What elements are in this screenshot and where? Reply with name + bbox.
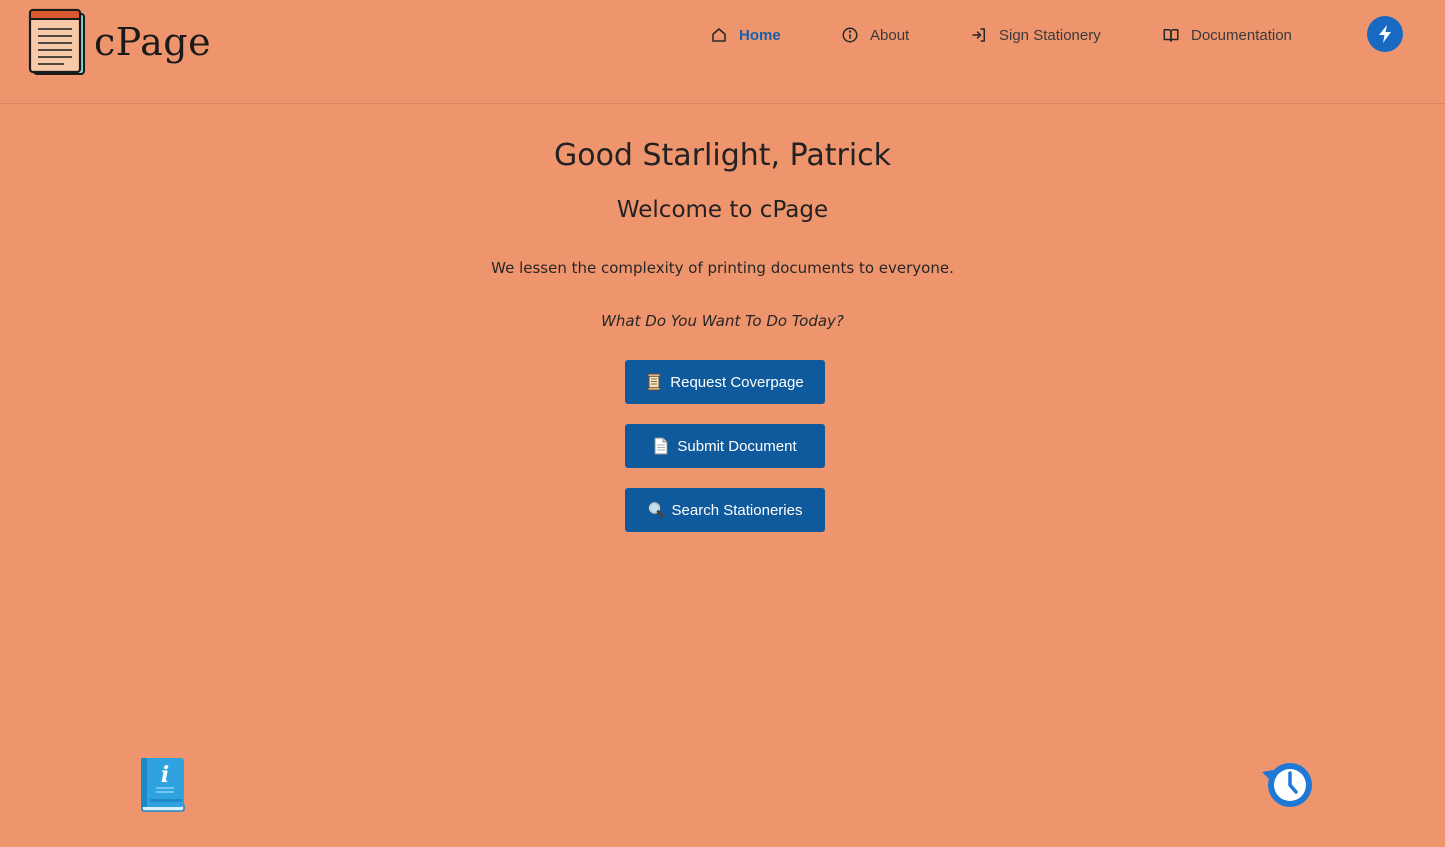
tagline-text: We lessen the complexity of printing doc… (491, 259, 954, 277)
quick-action-button[interactable] (1367, 16, 1403, 52)
navbar: cPage Home About Sign Stationery Documen… (0, 0, 1445, 104)
nav-item-label: About (870, 26, 910, 44)
welcome-heading: Welcome to cPage (616, 197, 829, 223)
question-text: What Do You Want To Do Today? (601, 312, 844, 330)
nav-item-about[interactable]: About (841, 22, 909, 48)
brand-link[interactable]: cPage (28, 6, 211, 78)
open-book-icon (1163, 29, 1179, 42)
info-book-icon: i (141, 758, 185, 812)
nav-item-sign-stationery[interactable]: Sign Stationery (970, 22, 1101, 48)
scroll-icon (647, 373, 661, 391)
page-icon (654, 437, 668, 455)
history-button[interactable] (1260, 758, 1316, 812)
nav-item-label: Sign Stationery (999, 26, 1101, 44)
home-icon (712, 28, 726, 42)
request-coverpage-button[interactable]: Request Coverpage (625, 360, 825, 404)
nav-item-label: Documentation (1191, 26, 1292, 44)
button-label: Submit Document (677, 437, 797, 455)
info-book-button[interactable]: i (138, 756, 188, 814)
lightning-bolt-icon (1379, 25, 1391, 43)
brand-name: cPage (94, 20, 212, 64)
nav-item-label: Home (739, 26, 781, 44)
greeting-heading: Good Starlight, Patrick (553, 138, 892, 173)
nav-item-home[interactable]: Home (710, 22, 781, 48)
magnifier-icon (648, 502, 664, 518)
sign-in-icon (972, 28, 985, 42)
search-stationeries-button[interactable]: Search Stationeries (625, 488, 825, 532)
nav-item-documentation[interactable]: Documentation (1162, 22, 1292, 48)
button-label: Search Stationeries (671, 501, 803, 519)
info-circle-icon (842, 27, 858, 43)
document-notepad-icon (28, 8, 85, 75)
history-clock-icon (1262, 763, 1312, 807)
svg-text:i: i (161, 762, 169, 788)
button-label: Request Coverpage (670, 373, 804, 391)
submit-document-button[interactable]: Submit Document (625, 424, 825, 468)
